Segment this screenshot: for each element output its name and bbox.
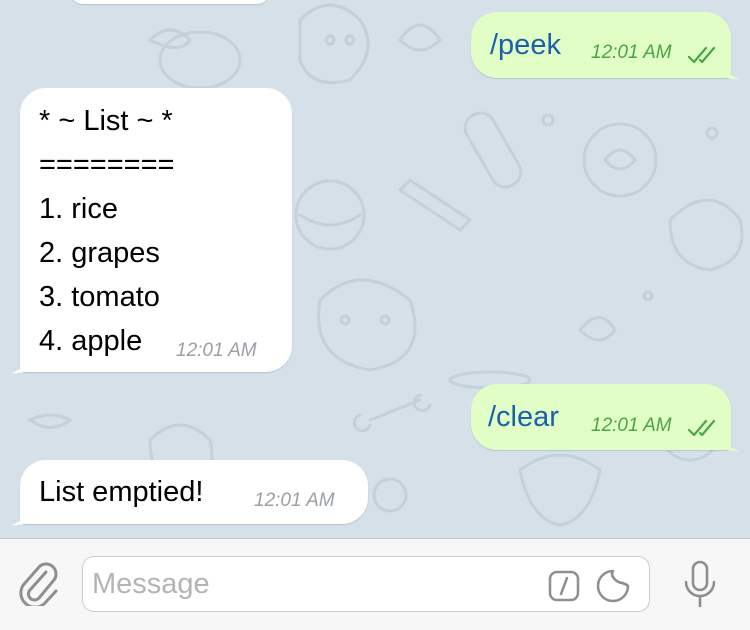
sticker-icon[interactable] bbox=[595, 568, 631, 604]
read-checkmarks-icon bbox=[687, 46, 716, 64]
bubble-tail bbox=[11, 354, 27, 374]
message-text[interactable]: /clear bbox=[488, 395, 559, 439]
bubble-tail bbox=[724, 432, 740, 452]
message-text[interactable]: /peek bbox=[490, 23, 561, 67]
message-line: 4. apple bbox=[39, 325, 143, 357]
message-time: 12:01 AM bbox=[254, 490, 335, 511]
microphone-icon[interactable] bbox=[682, 560, 718, 610]
message-time: 12:01 AM bbox=[591, 415, 672, 436]
bubble-tail bbox=[724, 60, 740, 80]
message-line: ======== bbox=[39, 149, 175, 181]
message-line: * ~ List ~ * bbox=[39, 105, 173, 137]
message-time: 12:01 AM bbox=[176, 340, 257, 361]
chat-area[interactable]: /peek 12:01 AM * ~ List ~ * ======== 1. … bbox=[0, 0, 750, 538]
read-checkmarks-icon bbox=[687, 419, 716, 437]
message-input-placeholder: Message bbox=[92, 568, 210, 600]
message-line: 2. grapes bbox=[39, 237, 160, 269]
previous-message-edge bbox=[70, 0, 270, 4]
message-text[interactable]: List emptied! bbox=[39, 470, 203, 514]
message-time: 12:01 AM bbox=[591, 42, 672, 63]
paperclip-icon[interactable] bbox=[16, 560, 62, 606]
bot-command-icon[interactable] bbox=[548, 570, 580, 602]
message-line: 3. tomato bbox=[39, 281, 160, 313]
message-line: 1. rice bbox=[39, 193, 118, 225]
bubble-tail bbox=[11, 506, 27, 526]
